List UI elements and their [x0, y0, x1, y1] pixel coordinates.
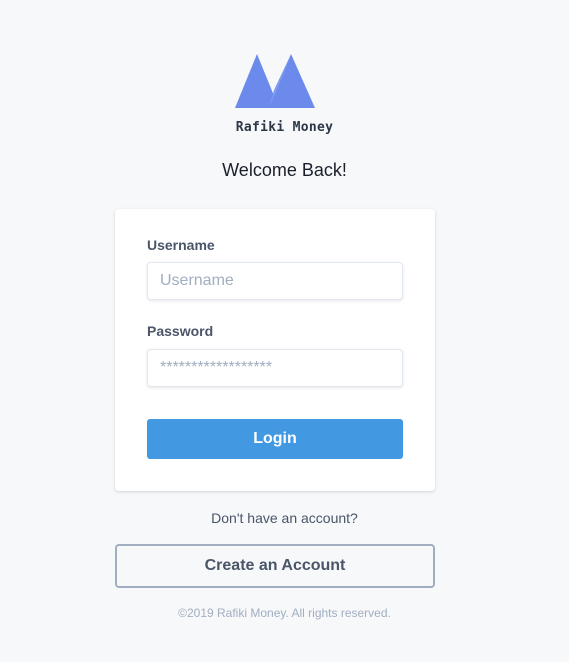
create-account-button[interactable]: Create an Account: [115, 544, 435, 588]
password-label: Password: [147, 323, 214, 339]
mountain-logo-icon: [235, 54, 315, 108]
username-label: Username: [147, 237, 215, 253]
welcome-heading: Welcome Back!: [222, 160, 347, 180]
footer-copyright: ©2019 Rafiki Money. All rights reserved.: [178, 606, 391, 620]
password-input[interactable]: [147, 349, 403, 387]
login-card: Username Password Login: [115, 209, 435, 491]
username-input[interactable]: [147, 262, 403, 300]
login-button[interactable]: Login: [147, 419, 403, 459]
no-account-text: Don't have an account?: [211, 510, 358, 526]
brand-name: Rafiki Money: [235, 120, 334, 135]
